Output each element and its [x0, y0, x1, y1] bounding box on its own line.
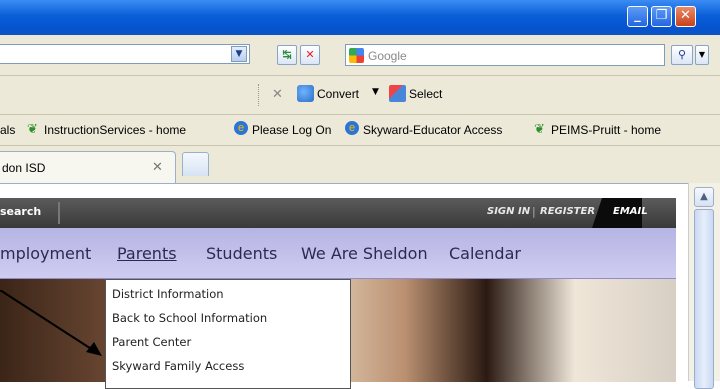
favorites-bar: als ❦ InstructionServices - home e Pleas…	[0, 115, 720, 146]
sign-in-link[interactable]: SIGN IN	[487, 206, 530, 217]
convert-dropdown-icon[interactable]: ▼	[372, 87, 379, 97]
window-titlebar: _ ❐ ✕	[0, 0, 720, 35]
minimize-button[interactable]: _	[627, 6, 648, 27]
minimize-icon: _	[634, 8, 641, 23]
address-dropdown-icon[interactable]: ▼	[231, 46, 247, 62]
site-search-label[interactable]: search	[0, 205, 41, 218]
tab-row: don ISD ✕	[0, 146, 720, 183]
scroll-up-icon[interactable]: ▲	[694, 187, 714, 207]
plant-icon: ❦	[27, 121, 38, 136]
search-placeholder: Google	[368, 49, 407, 63]
go-icon[interactable]: ↹	[277, 45, 297, 65]
tab-title: don ISD	[2, 161, 46, 175]
tab-close-icon[interactable]: ✕	[152, 160, 163, 175]
site-nav: mployment Parents Students We Are Sheldo…	[0, 228, 676, 280]
search-box[interactable]: Google	[345, 44, 665, 66]
divider: |	[532, 205, 536, 218]
toolbar-close-icon[interactable]: ✕	[272, 87, 283, 102]
ie-icon: e	[234, 121, 248, 135]
convert-label[interactable]: Convert	[317, 87, 359, 101]
nav-calendar[interactable]: Calendar	[449, 244, 521, 263]
nav-we-are-sheldon[interactable]: We Are Sheldon	[301, 244, 428, 263]
divider	[58, 202, 60, 224]
annotation-arrow-icon	[0, 290, 102, 356]
restore-icon: ❐	[655, 8, 668, 23]
favorite-item[interactable]: PEIMS-Pruitt - home	[551, 123, 661, 137]
plant-icon: ❦	[534, 121, 545, 136]
nav-employment[interactable]: mployment	[0, 244, 91, 263]
google-logo-icon	[349, 48, 364, 63]
select-label[interactable]: Select	[409, 87, 442, 101]
stop-icon[interactable]: ✕	[300, 45, 320, 65]
browser-tab-active[interactable]: don ISD ✕	[0, 151, 176, 183]
parents-dropdown-menu: District Information Back to School Info…	[105, 279, 351, 389]
close-button[interactable]: ✕	[675, 6, 696, 27]
search-options-icon[interactable]: ▼	[695, 45, 709, 65]
convert-icon	[297, 85, 314, 102]
toolbar-separator	[258, 84, 261, 106]
email-link[interactable]: EMAIL	[613, 206, 648, 217]
scroll-thumb[interactable]	[694, 209, 714, 389]
menu-item-district-information[interactable]: District Information	[112, 287, 224, 301]
close-icon: ✕	[680, 8, 691, 23]
select-icon	[389, 85, 406, 102]
maximize-button[interactable]: ❐	[651, 6, 672, 27]
address-input[interactable]: ▼	[0, 44, 250, 64]
new-tab-button[interactable]	[182, 152, 209, 176]
menu-item-back-to-school[interactable]: Back to School Information	[112, 311, 267, 325]
vertical-scrollbar[interactable]: ▲	[688, 183, 720, 389]
address-row: ▼ ↹ ✕ Google ⚲ ▼	[0, 35, 720, 76]
register-link[interactable]: REGISTER	[540, 206, 595, 217]
favorite-item[interactable]: als	[0, 123, 15, 137]
nav-students[interactable]: Students	[206, 244, 277, 263]
search-go-icon[interactable]: ⚲	[671, 45, 693, 65]
command-toolbar: ✕ Convert ▼ Select	[0, 76, 720, 115]
favorite-item[interactable]: Skyward-Educator Access	[363, 123, 502, 137]
menu-item-parent-center[interactable]: Parent Center	[112, 335, 191, 349]
nav-parents[interactable]: Parents	[117, 244, 177, 263]
favorite-item[interactable]: InstructionServices - home	[44, 123, 186, 137]
ie-icon: e	[345, 121, 359, 135]
menu-item-skyward-family-access[interactable]: Skyward Family Access	[112, 359, 244, 373]
site-top-bar: search SIGN IN | REGISTER EMAIL	[0, 198, 676, 228]
favorite-item[interactable]: Please Log On	[252, 123, 331, 137]
